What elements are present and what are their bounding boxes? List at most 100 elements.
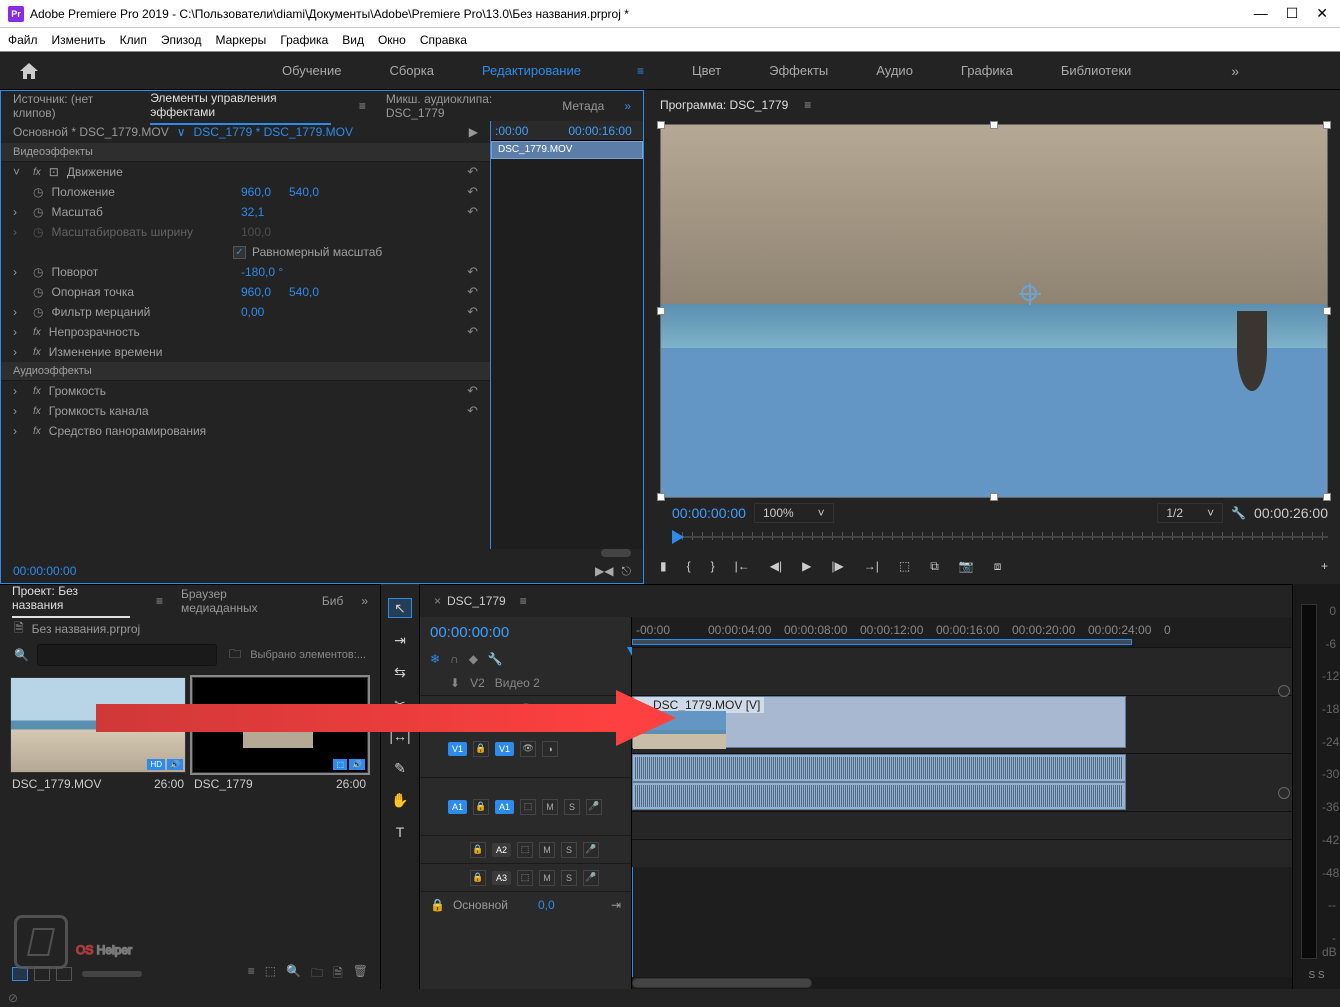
project-search-input[interactable] xyxy=(37,644,217,666)
export-frame-icon[interactable]: 📷 xyxy=(959,559,974,573)
lift-icon[interactable]: ⬚ xyxy=(899,559,910,573)
ws-menu-icon[interactable]: ≡ xyxy=(637,64,644,78)
menu-help[interactable]: Справка xyxy=(420,33,467,47)
linked-sel-icon[interactable]: ∩ xyxy=(450,652,459,666)
zoom-slider[interactable] xyxy=(82,971,142,977)
program-scrubber[interactable] xyxy=(672,528,1328,548)
razor-tool[interactable]: ✂ xyxy=(388,694,412,714)
delete-icon[interactable]: 🗑 xyxy=(353,964,368,985)
fx-channel-volume[interactable]: Громкость канала xyxy=(49,404,149,418)
a1-source[interactable]: A1 xyxy=(448,800,467,814)
reset-icon[interactable]: ↶ xyxy=(467,284,478,300)
program-tab[interactable]: Программа: DSC_1779 xyxy=(660,98,788,112)
menu-clip[interactable]: Клип xyxy=(120,33,147,47)
reset-icon[interactable]: ↶ xyxy=(467,304,478,320)
proj-overflow-icon[interactable]: » xyxy=(361,594,368,608)
reset-icon[interactable]: ↶ xyxy=(467,264,478,280)
ws-editing[interactable]: Редактирование xyxy=(482,63,581,78)
timeline-scrollbar[interactable] xyxy=(632,977,1292,989)
type-tool[interactable]: T xyxy=(388,822,412,842)
eff-scrollbar[interactable] xyxy=(601,549,631,557)
tab-media-browser[interactable]: Браузер медиаданных xyxy=(181,587,304,615)
ws-learn[interactable]: Обучение xyxy=(282,63,341,78)
home-button[interactable] xyxy=(16,58,42,84)
fx-time-remap[interactable]: Изменение времени xyxy=(49,345,163,359)
out-point-icon[interactable]: } xyxy=(711,559,715,573)
timeline-ruler[interactable]: -00:00 00:00:04:00 00:00:08:00 00:00:12:… xyxy=(632,617,1292,647)
v2-target[interactable]: Видео 2 xyxy=(495,676,540,690)
icon-view-icon[interactable] xyxy=(34,967,50,981)
pen-tool[interactable]: ✎ xyxy=(388,758,412,778)
ws-effects[interactable]: Эффекты xyxy=(769,63,828,78)
markers-icon[interactable]: ◆ xyxy=(469,652,478,666)
timeline-menu-icon[interactable]: ≡ xyxy=(520,594,527,608)
settings-icon[interactable]: 🔧 xyxy=(488,652,503,666)
reset-icon[interactable]: ↶ xyxy=(467,204,478,220)
no-sequence-close-icon[interactable]: × xyxy=(434,594,441,608)
reset-icon[interactable]: ↶ xyxy=(467,383,478,399)
sort-icon[interactable]: ≡ xyxy=(248,964,255,985)
find-icon[interactable]: 🔍 xyxy=(286,964,301,985)
mix-expand-icon[interactable]: ⇥ xyxy=(611,898,621,912)
program-viewer[interactable] xyxy=(660,124,1328,498)
toggle-output-icon[interactable]: 👁 xyxy=(520,741,536,757)
in-point-icon[interactable]: { xyxy=(687,559,691,573)
flicker-val[interactable]: 0,00 xyxy=(241,305,264,319)
tab-libraries[interactable]: Биб xyxy=(322,594,343,608)
insert-mode-icon[interactable]: ⬇ xyxy=(450,676,460,690)
fx-volume[interactable]: Громкость xyxy=(49,384,106,398)
play-icon[interactable]: ▶ xyxy=(802,559,811,573)
tab-metadata[interactable]: Метада xyxy=(562,95,604,117)
video-clip[interactable]: fx DSC_1779.MOV [V] xyxy=(632,696,1126,748)
solo-buttons[interactable]: S S xyxy=(1293,970,1340,981)
sequence-tab[interactable]: DSC_1779 xyxy=(447,594,506,608)
fx-motion[interactable]: Движение xyxy=(67,165,123,179)
bin-item[interactable]: HD🔊 DSC_1779.MOV26:00 xyxy=(10,677,186,795)
mix-value[interactable]: 0,0 xyxy=(538,898,555,912)
lock-icon[interactable]: 🔒 xyxy=(473,799,489,815)
reset-icon[interactable]: ↶ xyxy=(467,184,478,200)
v2-label[interactable]: V2 xyxy=(470,676,485,690)
menu-file[interactable]: Файл xyxy=(8,33,38,47)
mic-icon[interactable]: 🎤 xyxy=(583,842,599,858)
ws-color[interactable]: Цвет xyxy=(692,63,721,78)
tab-source[interactable]: Источник: (нет клипов) xyxy=(13,88,130,124)
fx-panner[interactable]: Средство панорамирования xyxy=(49,424,206,438)
ws-graphics[interactable]: Графика xyxy=(961,63,1013,78)
eff-timecode[interactable]: 00:00:00:00 xyxy=(13,564,76,578)
tabs-overflow-icon[interactable]: » xyxy=(624,99,631,113)
mark-in-icon[interactable]: ▮ xyxy=(660,559,667,573)
zoom-handle[interactable] xyxy=(1278,685,1290,697)
new-item-icon[interactable]: 🗎 xyxy=(333,964,343,985)
go-in-icon[interactable]: |← xyxy=(735,559,750,573)
menu-view[interactable]: Вид xyxy=(342,33,364,47)
reset-icon[interactable]: ↶ xyxy=(467,324,478,340)
menu-sequence[interactable]: Эпизод xyxy=(161,33,202,47)
v1-target[interactable]: V1 xyxy=(495,742,514,756)
rotation-val[interactable]: -180,0 ° xyxy=(241,265,283,279)
panel-menu-icon[interactable]: ≡ xyxy=(359,99,366,113)
v1-source[interactable]: V1 xyxy=(448,742,467,756)
eff-loop-icon[interactable]: ▶◀ xyxy=(595,564,613,579)
lock-icon[interactable]: 🔒 xyxy=(470,870,486,886)
freeform-view-icon[interactable] xyxy=(56,967,72,981)
wrench-icon[interactable]: 🔧 xyxy=(1231,506,1246,520)
reset-icon[interactable]: ↶ xyxy=(467,164,478,180)
track-select-tool[interactable]: ⇥ xyxy=(388,630,412,650)
ws-libraries[interactable]: Библиотеки xyxy=(1061,63,1131,78)
extract-icon[interactable]: ⧉ xyxy=(930,559,939,574)
list-view-icon[interactable] xyxy=(12,967,28,981)
menu-window[interactable]: Окно xyxy=(378,33,406,47)
tab-effect-controls[interactable]: Элементы управления эффектами xyxy=(150,87,331,125)
menu-edit[interactable]: Изменить xyxy=(52,33,106,47)
snap-icon[interactable]: ❄ xyxy=(430,652,440,666)
ripple-edit-tool[interactable]: ⇆ xyxy=(388,662,412,682)
a3-target[interactable]: A3 xyxy=(492,871,511,885)
a2-target[interactable]: A2 xyxy=(492,843,511,857)
mic-icon[interactable]: 🎤 xyxy=(583,870,599,886)
mic-icon[interactable]: 🎤 xyxy=(586,799,602,815)
add-button-icon[interactable]: + xyxy=(1321,559,1328,573)
program-menu-icon[interactable]: ≡ xyxy=(804,98,811,112)
slip-tool[interactable]: |↔| xyxy=(388,726,412,746)
lock-icon[interactable]: 🔒 xyxy=(470,842,486,858)
